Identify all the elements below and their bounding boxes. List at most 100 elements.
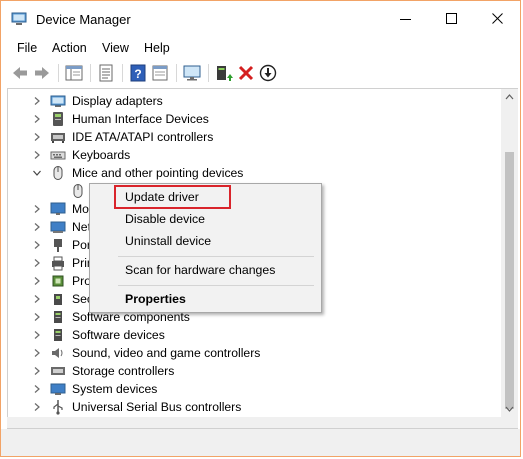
chevron-right-icon[interactable]	[32, 204, 42, 214]
context-scan-hardware[interactable]: Scan for hardware changes	[125, 263, 275, 278]
window-title: Device Manager	[36, 12, 131, 27]
svg-text:?: ?	[134, 67, 141, 81]
toolbar-separator	[90, 64, 91, 82]
toolbar-separator	[58, 64, 59, 82]
horizontal-scrollbar[interactable]	[7, 417, 518, 429]
tree-item-label: Universal Serial Bus controllers	[72, 400, 242, 414]
toolbar-separator	[208, 64, 209, 82]
minimize-icon	[400, 19, 411, 20]
back-arrow-icon[interactable]	[10, 63, 30, 83]
mouse-icon	[53, 166, 63, 180]
tree-row[interactable]: Human Interface Devices	[8, 110, 502, 128]
forward-arrow-icon[interactable]	[32, 63, 52, 83]
menu-bar: File Action View Help	[1, 37, 520, 59]
chevron-right-icon[interactable]	[32, 240, 42, 250]
menu-action[interactable]: Action	[52, 40, 87, 56]
monitor-icon[interactable]	[182, 63, 202, 83]
properties-sheet-icon[interactable]	[96, 63, 116, 83]
hid-icon	[53, 112, 63, 126]
chevron-right-icon[interactable]	[32, 96, 42, 106]
context-separator	[118, 256, 314, 257]
context-uninstall-device[interactable]: Uninstall device	[125, 234, 211, 249]
chevron-right-icon[interactable]	[32, 312, 42, 322]
scroll-down-icon[interactable]	[501, 400, 518, 417]
toolbar: ?	[1, 59, 520, 87]
tree-item-label: Software devices	[72, 328, 165, 342]
chevron-right-icon[interactable]	[32, 384, 42, 394]
tree-item-label: Mice and other pointing devices	[72, 166, 244, 180]
tree-row[interactable]: Software devices	[8, 326, 502, 344]
tree-row[interactable]: Keyboards	[8, 146, 502, 164]
chevron-right-icon[interactable]	[32, 294, 42, 304]
context-disable-device[interactable]: Disable device	[125, 212, 205, 227]
storage-controller-icon	[51, 367, 65, 375]
chevron-right-icon[interactable]	[32, 150, 42, 160]
help-icon[interactable]: ?	[128, 63, 148, 83]
software-device-icon	[54, 329, 62, 341]
properties-page-icon[interactable]	[150, 63, 170, 83]
system-device-icon	[50, 383, 66, 395]
chevron-right-icon[interactable]	[32, 366, 42, 376]
uninstall-x-icon[interactable]	[236, 63, 256, 83]
chevron-right-icon[interactable]	[32, 276, 42, 286]
update-driver-icon[interactable]	[214, 63, 234, 83]
toolbar-separator	[176, 64, 177, 82]
status-bar	[1, 429, 520, 456]
close-button[interactable]	[475, 1, 521, 37]
tree-row[interactable]: System devices	[8, 380, 502, 398]
ide-controller-icon	[51, 133, 65, 143]
chevron-right-icon[interactable]	[32, 348, 42, 358]
chevron-right-icon[interactable]	[32, 132, 42, 142]
tree-row[interactable]: IDE ATA/ATAPI controllers	[8, 128, 502, 146]
maximize-button[interactable]	[429, 1, 475, 37]
maximize-icon	[446, 13, 457, 24]
show-hide-console-tree-icon[interactable]	[64, 63, 84, 83]
chevron-right-icon[interactable]	[32, 258, 42, 268]
context-properties[interactable]: Properties	[125, 292, 186, 307]
menu-help[interactable]: Help	[144, 40, 170, 56]
minimize-button[interactable]	[383, 1, 429, 37]
tree-row[interactable]: Display adapters	[8, 92, 502, 110]
tree-item-label: Mo	[72, 202, 89, 216]
scroll-up-icon[interactable]	[501, 89, 518, 106]
keyboard-icon	[50, 151, 66, 160]
monitor-icon	[50, 202, 66, 215]
network-adapter-icon	[50, 221, 66, 233]
software-component-icon	[54, 311, 62, 323]
menu-view[interactable]: View	[102, 40, 129, 56]
vertical-scrollbar[interactable]	[501, 88, 518, 418]
tree-row[interactable]: Sound, video and game controllers	[8, 344, 502, 362]
scrollbar-thumb[interactable]	[505, 152, 514, 409]
update-driver-highlight	[114, 185, 231, 209]
tree-row[interactable]: Storage controllers	[8, 362, 502, 380]
context-separator	[118, 285, 314, 286]
tree-row[interactable]: Mice and other pointing devices	[8, 164, 502, 182]
chevron-right-icon[interactable]	[32, 222, 42, 232]
processor-icon	[52, 275, 64, 287]
security-device-icon	[54, 294, 62, 305]
usb-icon	[53, 400, 63, 415]
chevron-right-icon[interactable]	[32, 402, 42, 412]
menu-file[interactable]: File	[17, 40, 37, 56]
sound-icon	[52, 348, 63, 358]
disable-down-arrow-icon[interactable]	[258, 63, 278, 83]
print-queue-icon	[52, 256, 64, 271]
ports-icon	[54, 239, 62, 252]
tree-item-label: System devices	[72, 382, 158, 396]
close-icon	[492, 13, 503, 24]
tree-item-label: Sound, video and game controllers	[72, 346, 261, 360]
mouse-device-icon	[73, 184, 83, 198]
display-adapter-icon	[50, 95, 66, 107]
tree-item-label: Storage controllers	[72, 364, 175, 378]
chevron-right-icon[interactable]	[32, 330, 42, 340]
tree-item-label: Human Interface Devices	[72, 112, 209, 126]
tree-item-label: Keyboards	[72, 148, 131, 162]
tree-item-label: Display adapters	[72, 94, 163, 108]
title-bar[interactable]: Device Manager	[1, 1, 520, 37]
chevron-down-icon[interactable]	[32, 168, 42, 178]
toolbar-separator	[122, 64, 123, 82]
device-manager-app-icon	[11, 12, 27, 25]
tree-row[interactable]: Universal Serial Bus controllers	[8, 398, 502, 416]
chevron-right-icon[interactable]	[32, 114, 42, 124]
tree-item-label: IDE ATA/ATAPI controllers	[72, 130, 214, 144]
